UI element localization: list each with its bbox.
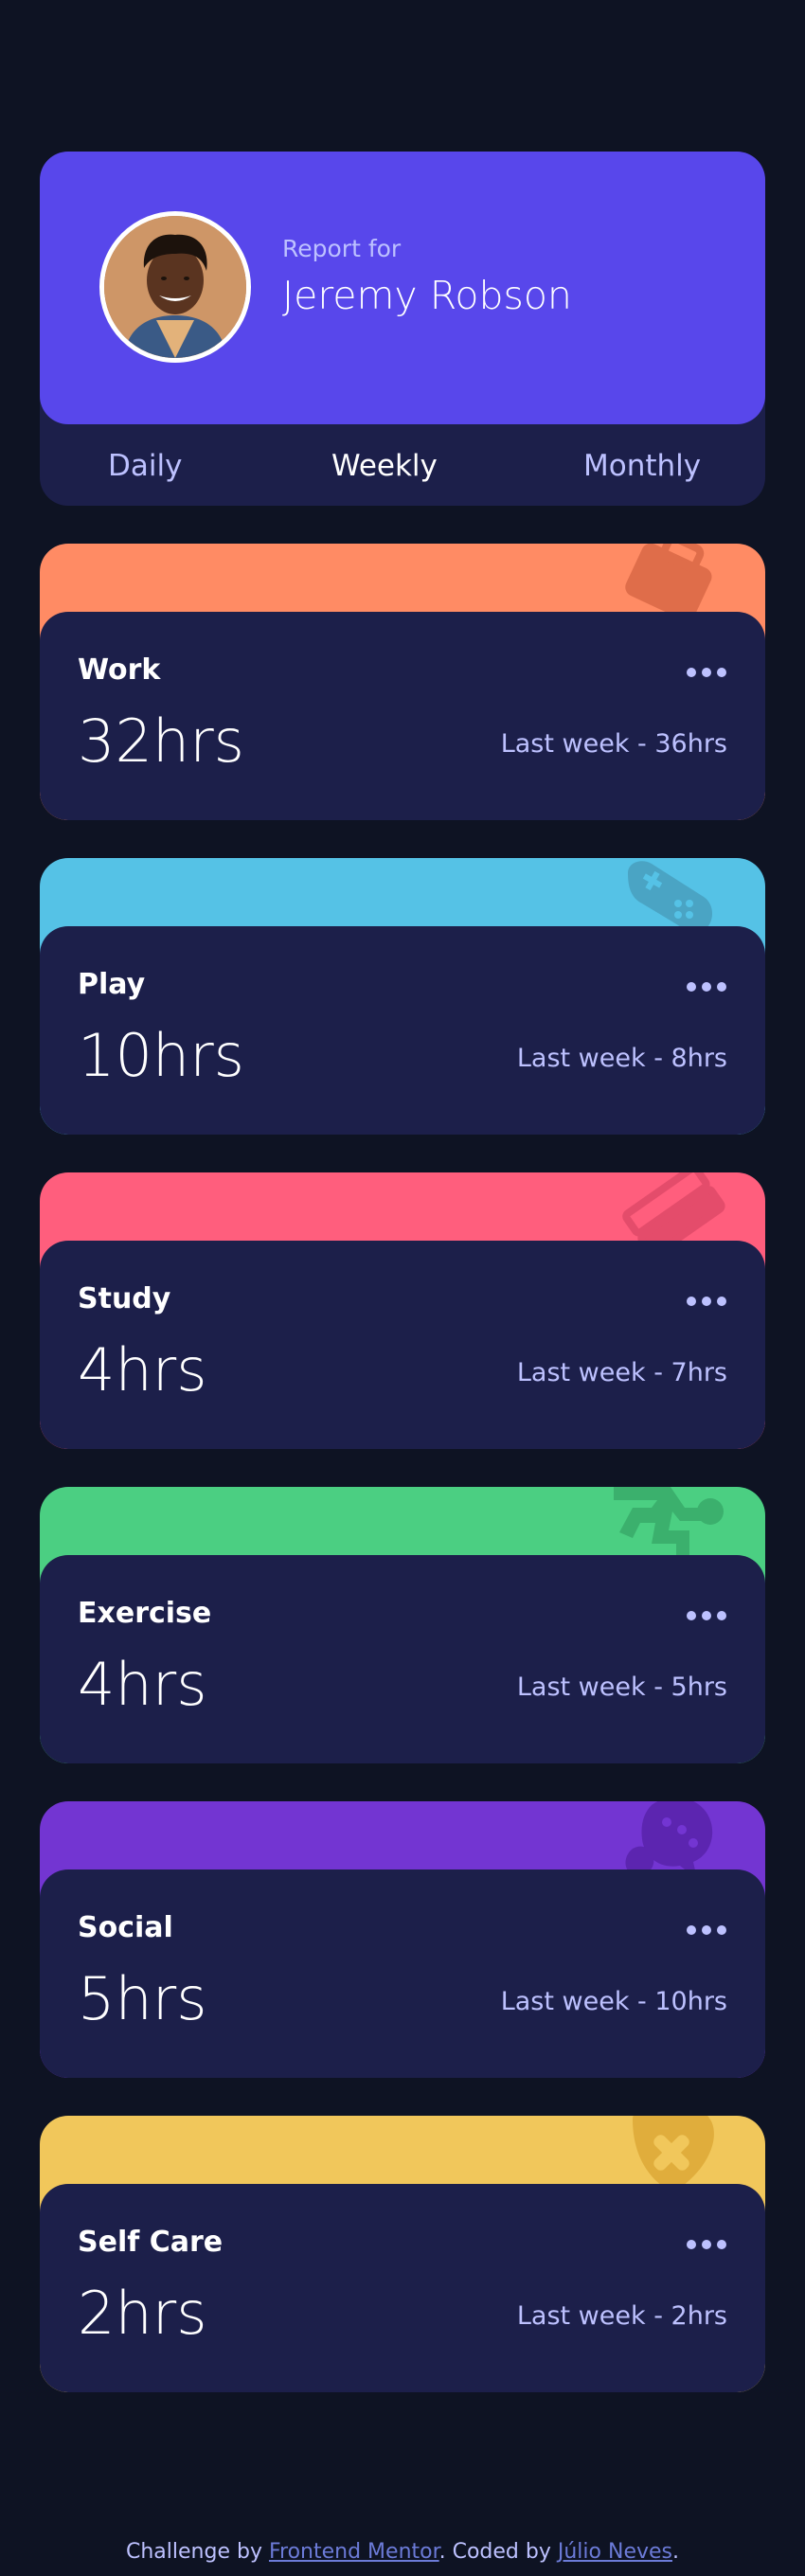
avatar [99,211,251,363]
previous-hours: Last week - 2hrs [516,2301,727,2331]
activity-card-study: Study 4hrs Last week - 7hrs [40,1172,765,1449]
previous-hours: Last week - 10hrs [500,1987,727,2016]
footer-prefix: Challenge by [126,2540,269,2564]
card-body: Social 5hrs Last week - 10hrs [40,1869,765,2078]
footer-middle: . Coded by [438,2540,558,2564]
user-name: Jeremy Robson [282,273,572,318]
profile-header: Report for Jeremy Robson [40,152,765,424]
card-body: Play 10hrs Last week - 8hrs [40,926,765,1135]
card-body: Work 32hrs Last week - 36hrs [40,612,765,820]
activity-card-self-care: Self Care 2hrs Last week - 2hrs [40,2116,765,2392]
current-hours: 4hrs [78,1650,207,1719]
avatar-image [104,216,246,358]
card-body: Self Care 2hrs Last week - 2hrs [40,2184,765,2392]
more-options-icon[interactable] [686,1296,727,1307]
card-body: Exercise 4hrs Last week - 5hrs [40,1555,765,1763]
activity-card-exercise: Exercise 4hrs Last week - 5hrs [40,1487,765,1763]
timeframe-tabs: Daily Weekly Monthly [40,424,765,506]
footer-suffix: . [672,2540,679,2564]
card-title: Work [78,653,161,687]
card-body: Study 4hrs Last week - 7hrs [40,1241,765,1449]
activity-card-work: Work 32hrs Last week - 36hrs [40,544,765,820]
activity-card-play: Play 10hrs Last week - 8hrs [40,858,765,1135]
frontend-mentor-link[interactable]: Frontend Mentor [269,2540,439,2564]
activity-card-social: Social 5hrs Last week - 10hrs [40,1801,765,2078]
card-title: Play [78,968,146,1001]
card-title: Exercise [78,1597,212,1630]
previous-hours: Last week - 36hrs [500,729,727,759]
current-hours: 32hrs [78,707,244,776]
attribution-footer: Challenge by Frontend Mentor. Coded by J… [0,2540,805,2564]
more-options-icon[interactable] [686,2239,727,2250]
card-title: Social [78,1911,173,1944]
more-options-icon[interactable] [686,1924,727,1936]
current-hours: 10hrs [78,1021,244,1090]
current-hours: 5hrs [78,1964,207,2033]
card-title: Self Care [78,2226,224,2259]
current-hours: 4hrs [78,1335,207,1404]
card-title: Study [78,1282,171,1315]
previous-hours: Last week - 5hrs [516,1673,727,1702]
author-link[interactable]: Júlio Neves [558,2540,672,2564]
previous-hours: Last week - 8hrs [516,1044,727,1073]
more-options-icon[interactable] [686,667,727,678]
profile-card: Report for Jeremy Robson Daily Weekly Mo… [40,152,765,506]
current-hours: 2hrs [78,2279,207,2348]
tab-weekly[interactable]: Weekly [331,449,438,483]
report-for-label: Report for [282,235,402,262]
tab-monthly[interactable]: Monthly [583,449,701,483]
more-options-icon[interactable] [686,981,727,993]
previous-hours: Last week - 7hrs [516,1358,727,1387]
tab-daily[interactable]: Daily [108,449,182,483]
more-options-icon[interactable] [686,1610,727,1621]
